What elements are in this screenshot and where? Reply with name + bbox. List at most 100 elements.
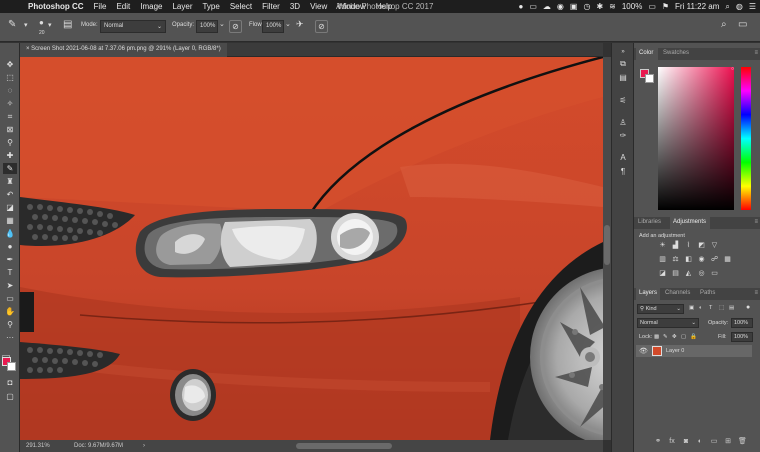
filter-smart-object-icon[interactable]: ▤ (729, 305, 734, 311)
vibrance-icon[interactable]: ▽ (710, 242, 719, 250)
threshold-icon[interactable]: ◭ (684, 270, 693, 278)
adjustments-panel-menu-icon[interactable]: ≡ (754, 219, 758, 225)
zoom-level[interactable]: 291.31% (26, 443, 50, 449)
layer-name[interactable]: Layer 0 (666, 348, 684, 354)
blur-tool-icon[interactable]: 💧 (3, 228, 17, 239)
delete-layer-icon[interactable]: 🗑 (738, 438, 747, 446)
gradient-tool-icon[interactable]: ▦ (3, 215, 17, 226)
quick-mask-icon[interactable]: ◘ (3, 377, 17, 388)
pressure-size-icon[interactable]: ⊘ (315, 20, 328, 33)
menu-type[interactable]: Type (202, 2, 219, 11)
user-icon[interactable]: ◍ (736, 2, 743, 11)
background-color-swatch[interactable] (7, 362, 16, 371)
tab-paths[interactable]: Paths (700, 290, 715, 296)
tab-libraries[interactable]: Libraries (638, 219, 661, 225)
filter-pixel-icon[interactable]: ▣ (689, 305, 694, 311)
marquee-tool-icon[interactable]: ⬚ (3, 72, 17, 83)
menu-3d[interactable]: 3D (290, 2, 300, 11)
color-balance-icon[interactable]: ⚖ (671, 256, 680, 264)
layers-panel-menu-icon[interactable]: ≡ (754, 290, 758, 296)
brush-tool-icon[interactable]: ✎ (8, 19, 16, 30)
layer-fill-input[interactable]: 100% (731, 332, 753, 342)
preset-chevron-icon[interactable]: ▾ (24, 21, 28, 29)
flow-input[interactable]: 100% (262, 20, 284, 33)
battery-percent[interactable]: 100% (622, 2, 642, 11)
layer-thumbnail[interactable] (652, 346, 662, 356)
flow-chevron-icon[interactable]: ⌄ (285, 20, 291, 28)
tab-swatches[interactable]: Swatches (663, 50, 689, 56)
hue-saturation-icon[interactable]: ▥ (658, 256, 667, 264)
lock-transparent-icon[interactable]: ▩ (654, 334, 659, 340)
eyedropper-tool-icon[interactable]: ⚲ (3, 137, 17, 148)
brightness-contrast-icon[interactable]: ☀ (658, 242, 667, 250)
filter-type-icon[interactable]: T (709, 305, 712, 311)
link-layers-icon[interactable]: ⚭ (654, 438, 662, 446)
hand-tool-icon[interactable]: ✋ (3, 306, 17, 317)
hue-slider[interactable] (741, 67, 751, 210)
menu-layer[interactable]: Layer (172, 2, 192, 11)
brush-tool-icon[interactable]: ✎ (3, 163, 17, 174)
properties-panel-icon[interactable]: ▤ (617, 73, 629, 83)
history-panel-icon[interactable]: ⧉ (617, 59, 629, 69)
cloud-icon[interactable]: ☁ (543, 2, 551, 11)
channel-mixer-icon[interactable]: ☍ (710, 256, 719, 264)
color-panel-menu-icon[interactable]: ≡ (754, 50, 758, 56)
brush-settings-panel-icon[interactable]: ⚟ (617, 96, 629, 106)
tab-adjustments[interactable]: Adjustments (673, 219, 706, 225)
curves-icon[interactable]: ⌇ (684, 242, 693, 250)
blend-mode-select[interactable]: Normal ⌄ (637, 318, 699, 328)
record-icon[interactable]: ◉ (557, 2, 564, 11)
clone-stamp-tool-icon[interactable]: ♜ (3, 176, 17, 187)
visibility-eye-icon[interactable]: 👁 (639, 347, 648, 355)
pressure-opacity-icon[interactable]: ⊘ (229, 20, 242, 33)
pen-tool-icon[interactable]: ✒ (3, 254, 17, 265)
doc-size[interactable]: Doc: 9.67M/9.67M (74, 443, 123, 449)
rectangle-tool-icon[interactable]: ▭ (3, 293, 17, 304)
panel-background-swatch[interactable] (645, 74, 654, 83)
brush-preview-icon[interactable]: ● (39, 18, 44, 27)
airbrush-icon[interactable]: ✈ (296, 19, 304, 30)
tab-color[interactable]: Color (639, 50, 653, 56)
mode-select[interactable]: Normal ⌄ (100, 20, 166, 33)
vertical-scrollbar[interactable] (603, 57, 611, 440)
brushes-panel-icon[interactable]: ✑ (617, 131, 629, 141)
lock-image-icon[interactable]: ✎ (663, 334, 668, 340)
search-icon[interactable]: ⌕ (721, 19, 727, 30)
layer-mask-icon[interactable]: ◙ (682, 438, 690, 446)
clock-icon[interactable]: ◷ (583, 2, 590, 11)
lasso-tool-icon[interactable]: ◌ (3, 85, 17, 96)
notification-center-icon[interactable]: ☰ (749, 2, 756, 11)
opacity-input[interactable]: 100% (196, 20, 218, 33)
new-group-icon[interactable]: ▭ (710, 438, 718, 446)
dodge-tool-icon[interactable]: ● (3, 241, 17, 252)
color-field[interactable] (658, 67, 734, 210)
type-tool-icon[interactable]: T (3, 267, 17, 278)
menu-app-name[interactable]: Photoshop CC (28, 2, 84, 11)
clone-source-panel-icon[interactable]: ♙ (617, 118, 629, 128)
menu-image[interactable]: Image (140, 2, 162, 11)
bluetooth-icon[interactable]: ✱ (596, 2, 603, 11)
brush-picker-chevron-icon[interactable]: ▾ (48, 21, 52, 29)
horizontal-scroll-thumb[interactable] (296, 443, 392, 449)
wifi-icon[interactable]: ≋ (609, 2, 616, 11)
new-adjustment-layer-icon[interactable]: ◐ (696, 438, 704, 446)
selective-color-icon[interactable]: ◎ (697, 270, 706, 278)
screen-mode-icon[interactable]: ▢ (3, 391, 17, 402)
filter-shape-icon[interactable]: ⬚ (719, 305, 724, 311)
document-canvas[interactable] (20, 57, 603, 440)
zoom-tool-icon[interactable]: ⚲ (3, 319, 17, 330)
levels-icon[interactable]: ▟ (671, 242, 680, 250)
lock-position-icon[interactable]: ✥ (672, 334, 677, 340)
status-circle-icon[interactable]: ● (519, 2, 524, 11)
layer-filter-select[interactable]: ⚲ Kind ⌄ (637, 304, 684, 314)
tab-layers[interactable]: Layers (639, 290, 657, 296)
opacity-chevron-icon[interactable]: ⌄ (219, 20, 225, 28)
gradient-map-icon[interactable]: ▭ (710, 270, 719, 278)
layer-row[interactable]: 👁 Layer 0 (636, 345, 752, 357)
filter-toggle-icon[interactable]: ● (746, 304, 750, 311)
new-layer-icon[interactable]: ⊞ (724, 438, 732, 446)
vertical-scroll-thumb[interactable] (604, 225, 610, 265)
layer-style-icon[interactable]: fx (668, 438, 676, 446)
color-lookup-icon[interactable]: ▦ (723, 256, 732, 264)
spotlight-icon[interactable]: ⌕ (725, 2, 729, 12)
